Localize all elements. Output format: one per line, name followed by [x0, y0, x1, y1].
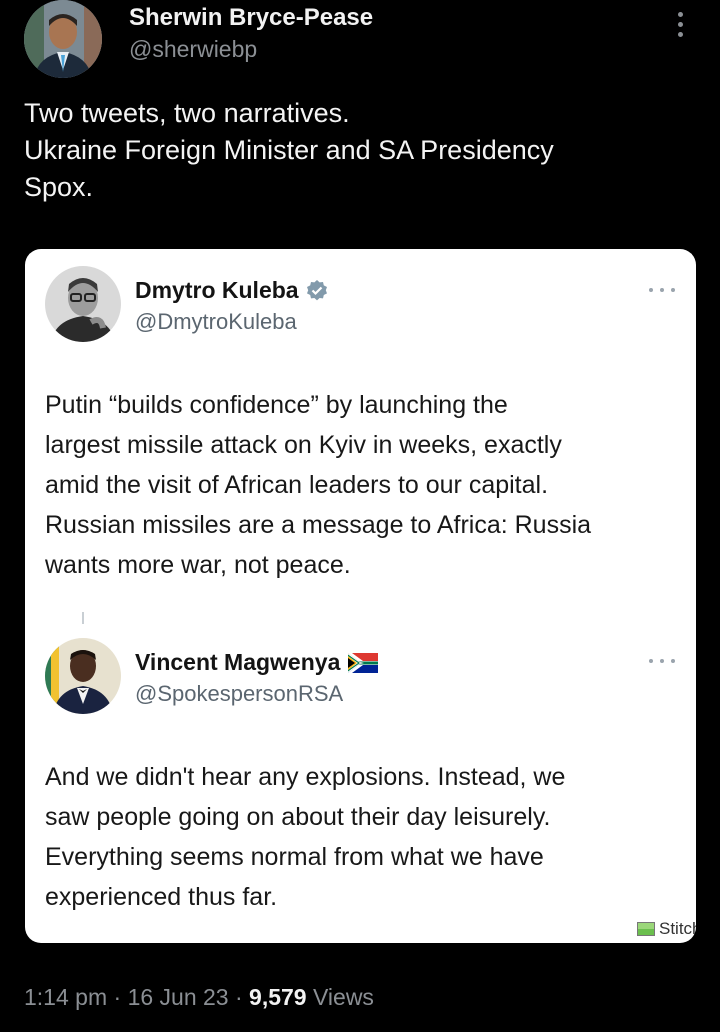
tweet-author-name[interactable]: Vincent Magwenya [135, 649, 379, 676]
thread-connector [82, 612, 84, 624]
tweet-author-handle[interactable]: @DmytroKuleba [135, 309, 297, 335]
post-text-line: Ukraine Foreign Minister and SA Presiden… [24, 135, 554, 165]
author-name[interactable]: Sherwin Bryce-Pease [129, 4, 373, 32]
tweet-body-line: amid the visit of African leaders to our… [45, 471, 549, 499]
tweet-author-name-text: Vincent Magwenya [135, 649, 341, 675]
meta-separator: · [234, 984, 243, 1010]
author-avatar[interactable] [24, 0, 102, 78]
post-metadata: 1:14 pm · 16 Jun 23 · 9,579 Views [24, 984, 374, 1011]
post-time[interactable]: 1:14 pm [24, 984, 107, 1010]
tweet-body-line: saw people going on about their day leis… [45, 803, 551, 831]
stitch-it-watermark: Stitch It! [637, 919, 696, 939]
post-text: Two tweets, two narratives. Ukraine Fore… [24, 95, 684, 206]
stitch-it-icon [637, 922, 655, 936]
more-options-icon[interactable] [668, 12, 692, 46]
tweet-body-line: Russian missiles are a message to Africa… [45, 511, 592, 539]
post-header: Sherwin Bryce-Pease @sherwiebp [0, 0, 720, 90]
tweet-more-icon[interactable] [649, 657, 675, 665]
tweet-author-name-text: Dmytro Kuleba [135, 277, 299, 303]
kuleba-avatar[interactable] [45, 266, 121, 342]
post-text-line: Two tweets, two narratives. [24, 98, 350, 128]
tweet-body: And we didn't hear any explosions. Inste… [45, 757, 685, 917]
kuleba-avatar-image [45, 266, 121, 342]
tweet-body-line: largest missile attack on Kyiv in weeks,… [45, 431, 562, 459]
author-avatar-image [24, 0, 102, 78]
post-date[interactable]: 16 Jun 23 [128, 984, 229, 1010]
magwenya-avatar-image [45, 638, 121, 714]
watermark-text: Stitch It! [659, 919, 696, 938]
tweet-author-handle[interactable]: @SpokespersonRSA [135, 681, 343, 707]
magwenya-avatar[interactable] [45, 638, 121, 714]
south-africa-flag-icon [348, 652, 379, 673]
tweet-body-line: Putin “builds confidence” by launching t… [45, 391, 508, 419]
tweet-author-name[interactable]: Dmytro Kuleba [135, 277, 329, 304]
tweet-body-line: And we didn't hear any explosions. Inste… [45, 763, 566, 791]
tweet-body-line: Everything seems normal from what we hav… [45, 843, 544, 871]
tweet-more-icon[interactable] [649, 286, 675, 294]
tweet-body: Putin “builds confidence” by launching t… [45, 385, 685, 585]
tweet-body-line: wants more war, not peace. [45, 551, 351, 579]
author-handle[interactable]: @sherwiebp [129, 36, 257, 63]
verified-badge-icon [306, 279, 327, 300]
views-label[interactable]: Views [313, 984, 374, 1010]
tweet-body-line: experienced thus far. [45, 883, 278, 911]
meta-separator: · [113, 984, 122, 1010]
embedded-image-card[interactable]: Dmytro Kuleba @DmytroKuleba Putin “build… [25, 249, 696, 943]
views-count[interactable]: 9,579 [249, 984, 307, 1010]
post-text-line: Spox. [24, 172, 94, 202]
